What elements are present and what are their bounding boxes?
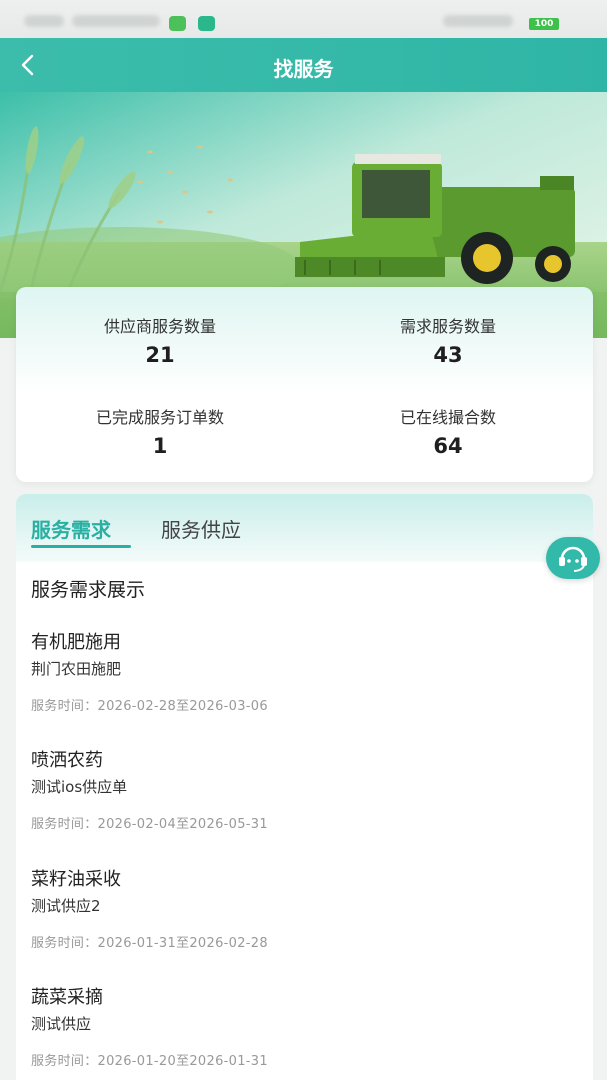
time-prefix: 服务时间： [31, 1054, 98, 1069]
customer-service-icon [559, 546, 587, 572]
time-range: 2026-02-28至2026-03-06 [97, 699, 268, 714]
nav-header: 找服务 [0, 38, 607, 92]
list-item[interactable]: 喷洒农药 测试ios供应单 服务时间：2026-02-04至2026-05-31 [31, 746, 571, 832]
stat-value: 43 [433, 343, 463, 367]
status-time-blurred [24, 15, 64, 27]
item-subtitle: 荆门农田施肥 [31, 660, 122, 678]
tab-service-demand[interactable]: 服务需求 [31, 514, 111, 543]
stat-supplier-services: 供应商服务数量 21 [16, 313, 304, 367]
active-tab-indicator [31, 545, 131, 548]
section-title: 服务需求展示 [31, 579, 146, 601]
item-title: 有机肥施用 [31, 632, 121, 653]
item-time: 服务时间：2026-01-31至2026-02-28 [31, 932, 571, 951]
list-item[interactable]: 蔬菜采摘 测试供应 服务时间：2026-01-20至2026-01-31 [31, 983, 571, 1069]
item-subtitle: 测试供应 [31, 1015, 92, 1033]
stat-value: 64 [433, 434, 463, 458]
time-range: 2026-01-20至2026-01-31 [97, 1054, 268, 1069]
stat-label: 供应商服务数量 [103, 317, 216, 336]
status-signal-blurred [443, 15, 513, 27]
list-item[interactable]: 有机肥施用 荆门农田施肥 服务时间：2026-02-28至2026-03-06 [31, 628, 571, 714]
item-title: 菜籽油采收 [31, 869, 121, 890]
time-prefix: 服务时间： [31, 817, 98, 832]
stat-value: 1 [152, 434, 168, 458]
customer-service-button[interactable] [546, 537, 600, 579]
status-carrier-blurred [72, 15, 160, 27]
tab-service-supply[interactable]: 服务供应 [161, 514, 241, 543]
notification-app-icon [169, 16, 186, 31]
stat-label: 已完成服务订单数 [95, 408, 224, 427]
stat-value: 21 [145, 343, 175, 367]
item-subtitle: 测试ios供应单 [31, 778, 128, 796]
item-title: 蔬菜采摘 [31, 987, 103, 1008]
time-range: 2026-02-04至2026-05-31 [97, 817, 268, 832]
item-title: 喷洒农药 [31, 750, 103, 771]
time-range: 2026-01-31至2026-02-28 [97, 936, 268, 951]
stat-demand-services: 需求服务数量 43 [304, 313, 592, 367]
stats-card: 供应商服务数量 21 需求服务数量 43 已完成服务订单数 1 已在线撮合数 6… [16, 287, 593, 482]
status-bar: 100 [0, 0, 607, 38]
time-prefix: 服务时间： [31, 699, 98, 714]
item-subtitle: 测试供应2 [31, 897, 101, 915]
service-list-card: 服务需求 服务供应 服务需求展示 有机肥施用 荆门农田施肥 服务时间：2026-… [16, 494, 593, 1080]
stat-label: 已在线撮合数 [399, 408, 496, 427]
item-time: 服务时间：2026-02-04至2026-05-31 [31, 813, 571, 832]
notification-chat-icon [198, 16, 215, 31]
stat-label: 需求服务数量 [399, 317, 496, 336]
time-prefix: 服务时间： [31, 936, 98, 951]
stat-completed-orders: 已完成服务订单数 1 [16, 404, 304, 458]
item-time: 服务时间：2026-02-28至2026-03-06 [31, 695, 571, 714]
item-time: 服务时间：2026-01-20至2026-01-31 [31, 1050, 571, 1069]
page-title: 找服务 [273, 57, 334, 81]
list-item[interactable]: 菜籽油采收 测试供应2 服务时间：2026-01-31至2026-02-28 [31, 865, 571, 951]
battery-icon: 100 [529, 18, 559, 30]
stat-online-matches: 已在线撮合数 64 [304, 404, 592, 458]
